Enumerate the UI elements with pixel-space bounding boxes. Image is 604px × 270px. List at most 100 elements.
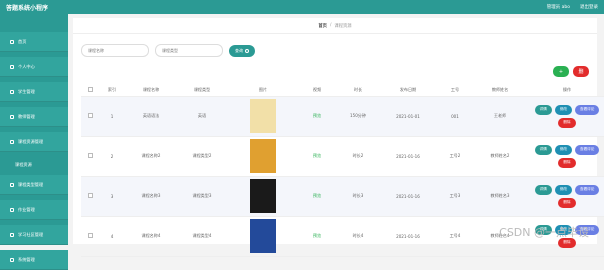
table-header-row: 索引 课程名称 课程类型 图片 视频 时长 发布日期 工号 教师姓名 操作 xyxy=(81,84,604,97)
cell-teacher-name: 教师姓名3 xyxy=(475,176,525,217)
cell-index: 1 xyxy=(99,96,125,137)
cell-name: 课程名称3 xyxy=(125,176,177,217)
cell-index: 4 xyxy=(99,216,125,257)
detail-button[interactable]: 详情 xyxy=(534,184,552,195)
cell-name: 课程名称2 xyxy=(125,136,177,177)
delete-button[interactable]: 删除 xyxy=(558,157,576,168)
cell-image xyxy=(227,216,299,257)
view-comments-button[interactable]: 查看评论 xyxy=(575,104,600,115)
sidebar-item-2[interactable]: 学生管理 xyxy=(0,82,68,102)
video-preview-link[interactable]: 预览 xyxy=(313,153,321,158)
sidebar-item-6[interactable]: 课程类型管理 xyxy=(0,175,68,195)
sidebar-item-9[interactable]: 系统管理 xyxy=(0,250,68,270)
sidebar-item-label: 课程类型管理 xyxy=(18,181,44,187)
app-title: 答题系统小程序 xyxy=(6,4,49,12)
course-thumbnail xyxy=(250,179,276,213)
cell-teacher-no: 工号3 xyxy=(435,176,475,217)
detail-button[interactable]: 详情 xyxy=(534,144,552,155)
cell-image xyxy=(227,96,299,137)
sidebar-item-label: 教师管理 xyxy=(18,113,35,119)
search-button[interactable]: 查询 xyxy=(229,44,255,57)
logout-link[interactable]: 退出登录 xyxy=(580,4,598,10)
view-comments-button[interactable]: 查看评论 xyxy=(575,184,600,195)
sidebar-item-4[interactable]: 课程资源管理 xyxy=(0,132,68,152)
sidebar-item-label: 课程资源 xyxy=(15,162,32,167)
cell-name: 英语语法 xyxy=(125,96,177,137)
add-button[interactable]: + xyxy=(553,66,569,77)
cell-select xyxy=(81,176,99,217)
video-preview-link[interactable]: 预览 xyxy=(313,193,321,198)
top-bar: 答题系统小程序 管理员 abo 退出登录 xyxy=(0,0,604,14)
edit-button[interactable]: 修改 xyxy=(554,104,572,115)
course-thumbnail xyxy=(250,99,276,133)
sidebar-item-label: 系统管理 xyxy=(18,256,35,262)
column-header: 课程名称 xyxy=(125,84,177,97)
main-panel: 首页 / 课程资源 查询 + 删 索引课程名称课程类型图片视频时长发布日期工号教… xyxy=(73,18,604,257)
cell-ops: 详情 修改 查看评论删除 xyxy=(525,136,604,177)
sidebar-item-7[interactable]: 作业管理 xyxy=(0,200,68,220)
cell-index: 2 xyxy=(99,136,125,177)
sidebar-item-8[interactable]: 学习社区管理 xyxy=(0,225,68,245)
cell-video: 预览 xyxy=(299,176,335,217)
menu-icon xyxy=(10,182,14,187)
sidebar-item-1[interactable]: 个人中心 xyxy=(0,57,68,77)
cell-date: 2021-01-01 xyxy=(381,96,435,137)
cell-video: 预览 xyxy=(299,136,335,177)
column-header: 视频 xyxy=(299,84,335,97)
menu-icon xyxy=(10,139,14,144)
course-thumbnail xyxy=(250,219,276,253)
top-actions: 管理员 abo 退出登录 xyxy=(547,4,598,10)
select-all-checkbox[interactable] xyxy=(87,86,93,92)
menu-icon xyxy=(10,207,14,212)
edit-button[interactable]: 修改 xyxy=(554,144,572,155)
edit-button[interactable]: 修改 xyxy=(554,184,572,195)
table-row: 1 英语语法 英语 预览 150分钟 2021-01-01 001 王老师 详情 修改 查看评论 删除 xyxy=(81,96,604,137)
column-header: 索引 xyxy=(99,84,125,97)
column-header xyxy=(81,84,99,97)
delete-button[interactable]: 删除 xyxy=(558,117,576,128)
sidebar-item-label: 学习社区管理 xyxy=(18,231,44,237)
row-actions: 详情 修改 查看评论删除 xyxy=(532,104,602,128)
sidebar-item-label: 作业管理 xyxy=(18,206,35,212)
menu-icon xyxy=(10,39,14,44)
row-checkbox[interactable] xyxy=(87,233,93,238)
breadcrumb-sep: / xyxy=(329,23,332,28)
column-header: 课程类型 xyxy=(177,84,227,97)
cell-select xyxy=(81,96,99,137)
cell-select xyxy=(81,136,99,177)
cell-teacher-name: 教师姓名2 xyxy=(475,136,525,177)
sidebar-item-3[interactable]: 教师管理 xyxy=(0,107,68,127)
cell-video: 预览 xyxy=(299,216,335,257)
bulk-delete-button[interactable]: 删 xyxy=(573,66,589,77)
breadcrumb-home[interactable]: 首页 xyxy=(318,23,327,29)
cell-type: 英语 xyxy=(177,96,227,137)
menu-icon xyxy=(10,89,14,94)
view-comments-button[interactable]: 查看评论 xyxy=(575,144,600,155)
cell-select xyxy=(81,216,99,257)
column-header: 时长 xyxy=(335,84,381,97)
cell-duration: 时长2 xyxy=(335,136,381,177)
row-checkbox[interactable] xyxy=(87,113,93,118)
user-label[interactable]: 管理员 abo xyxy=(547,4,570,10)
column-header: 操作 xyxy=(525,84,604,97)
cell-name: 课程名称4 xyxy=(125,216,177,257)
cell-date: 2021-01-16 xyxy=(381,136,435,177)
watermark: CSDN @一点毕设 xyxy=(499,226,589,239)
cell-type: 课程类型3 xyxy=(177,176,227,217)
course-name-input[interactable] xyxy=(81,44,149,57)
course-type-input[interactable] xyxy=(155,44,223,57)
row-checkbox[interactable] xyxy=(87,153,93,158)
cell-video: 预览 xyxy=(299,96,335,137)
cell-duration: 时长4 xyxy=(335,216,381,257)
sidebar: 首页个人中心学生管理教师管理课程资源管理课程资源课程类型管理 作业管理学习社区管理… xyxy=(0,14,68,270)
video-preview-link[interactable]: 预览 xyxy=(313,233,321,238)
video-preview-link[interactable]: 预览 xyxy=(313,113,321,118)
course-thumbnail xyxy=(250,139,276,173)
sidebar-item-0[interactable]: 首页 xyxy=(0,32,68,52)
sidebar-item-5[interactable]: 课程资源 xyxy=(0,157,68,173)
cell-teacher-name: 王老师 xyxy=(475,96,525,137)
delete-button[interactable]: 删除 xyxy=(558,197,576,208)
menu-icon xyxy=(10,64,14,69)
row-checkbox[interactable] xyxy=(87,193,93,198)
detail-button[interactable]: 详情 xyxy=(534,104,552,115)
